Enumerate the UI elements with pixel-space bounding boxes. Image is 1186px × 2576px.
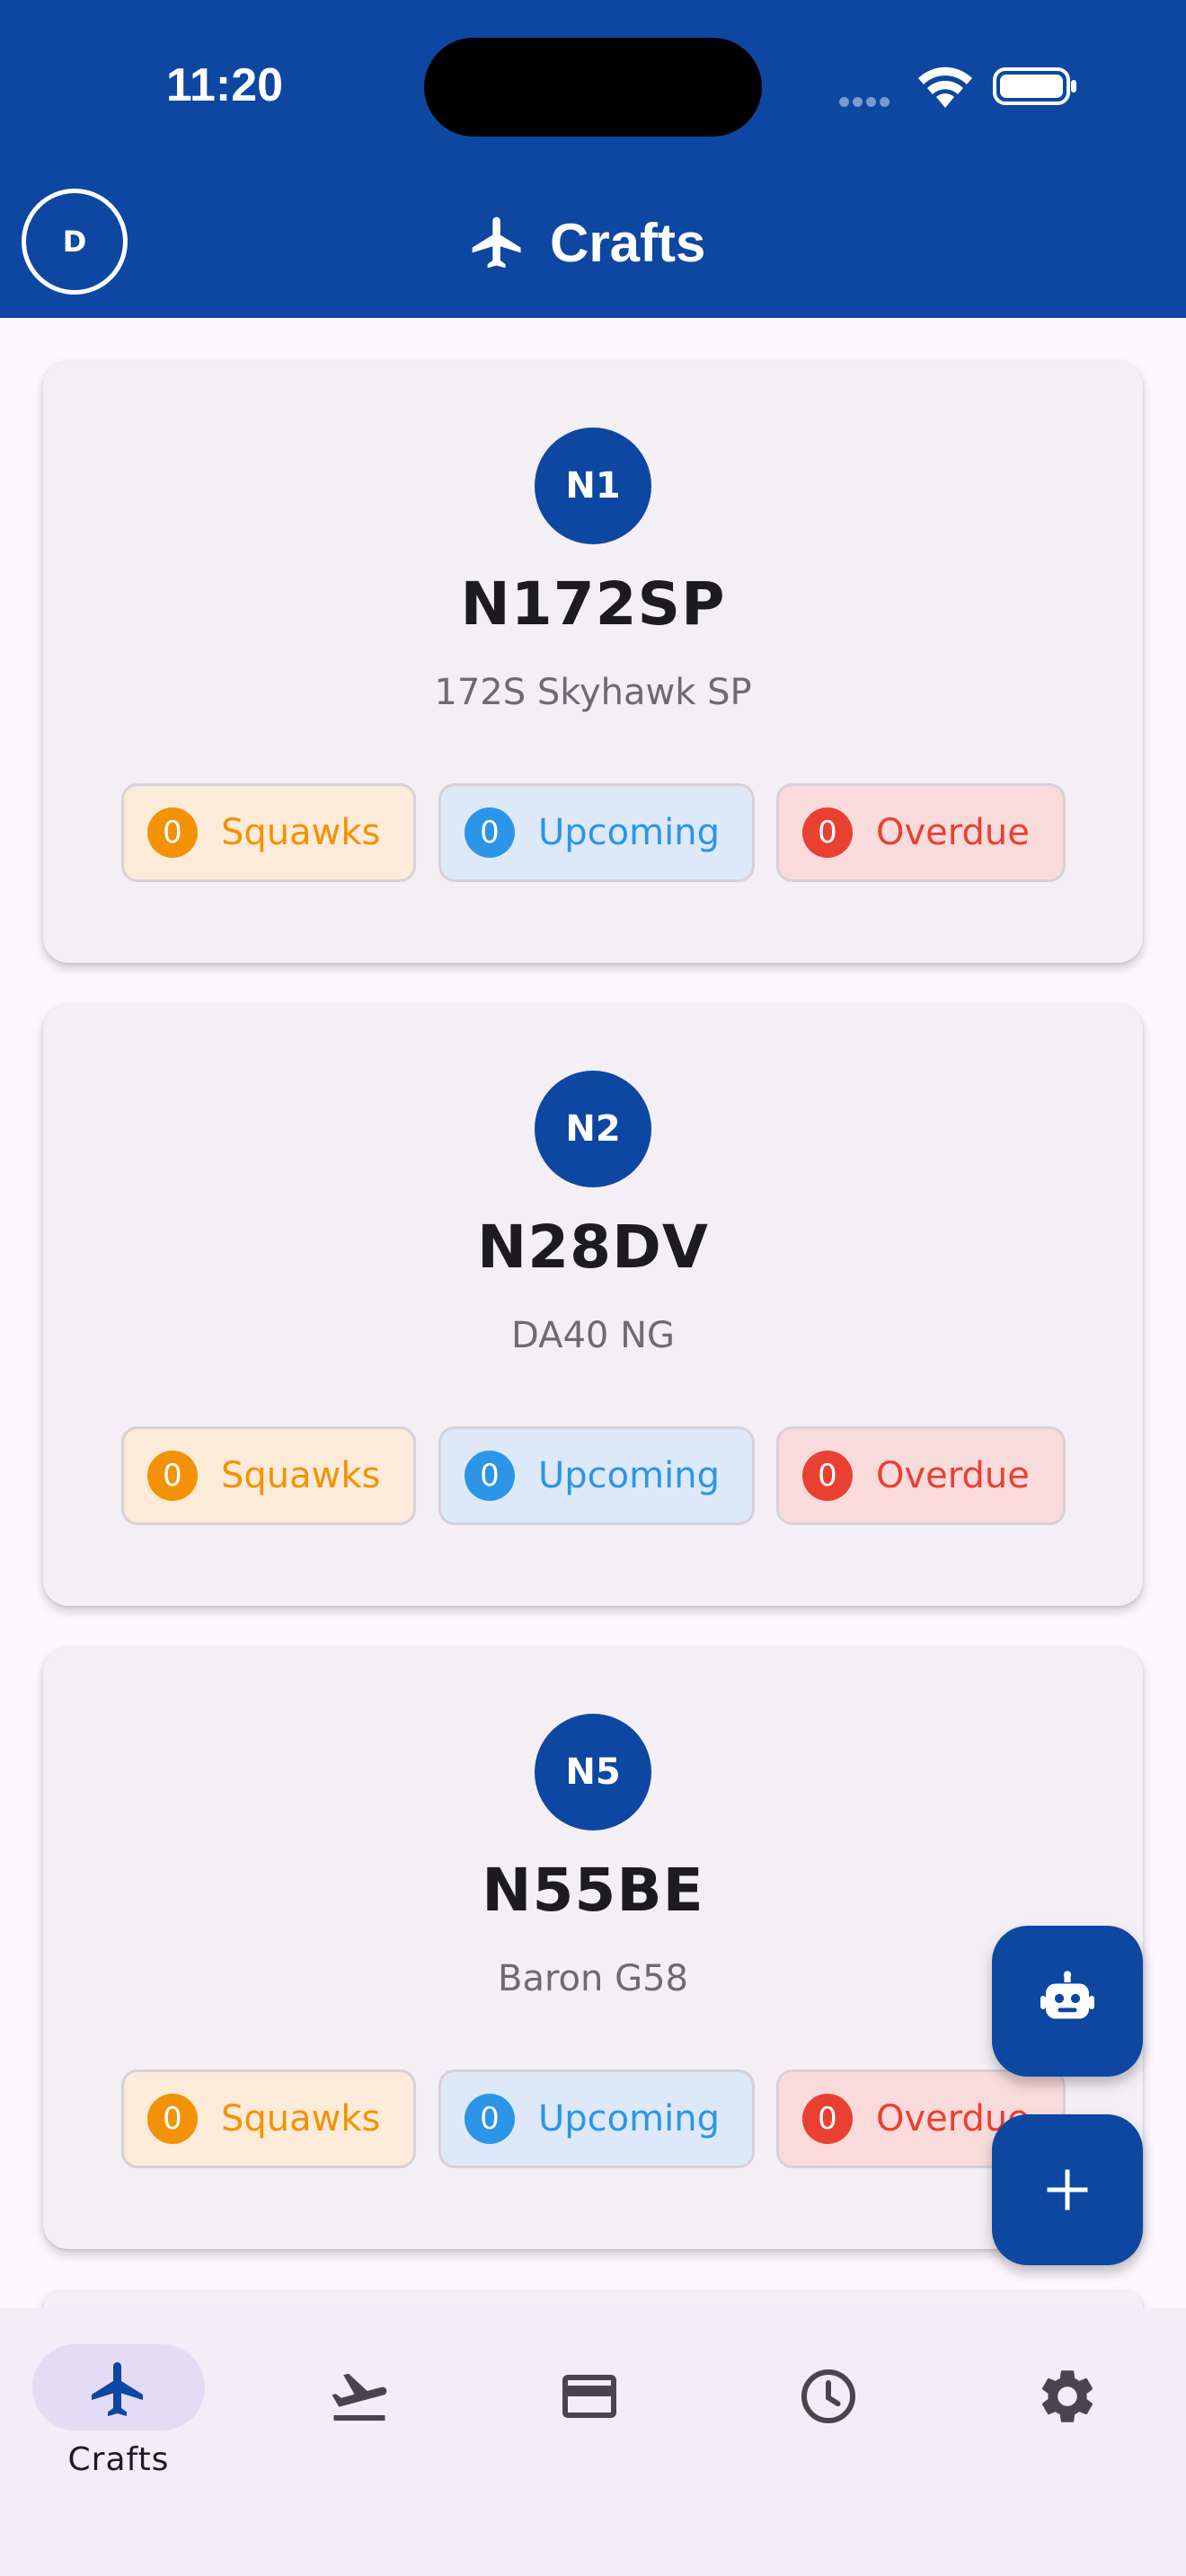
add-aircraft-fab[interactable] — [992, 2114, 1143, 2265]
aircraft-registration: N28DV — [477, 1213, 709, 1282]
squawks-label: Squawks — [221, 812, 381, 853]
squawks-label: Squawks — [221, 2098, 381, 2139]
cellular-signal-icon — [839, 93, 902, 107]
upcoming-count: 0 — [465, 2094, 515, 2144]
screen: 11:20 D Crafts N1 N172SP 172S Skyhawk SP… — [0, 0, 1186, 2576]
overdue-count: 0 — [802, 1451, 853, 1501]
gear-icon — [1041, 2370, 1093, 2422]
page-title-group: Crafts — [467, 205, 705, 280]
upcoming-label: Upcoming — [538, 2098, 720, 2139]
upcoming-label: Upcoming — [538, 812, 720, 853]
wifi-icon — [918, 66, 972, 108]
squawks-chip[interactable]: 0 Squawks — [121, 1426, 416, 1525]
overdue-label: Overdue — [876, 1455, 1030, 1496]
profile-avatar[interactable]: D — [22, 189, 128, 295]
aircraft-model: DA40 NG — [511, 1315, 675, 1356]
nav-item-settings[interactable] — [1008, 2326, 1186, 2488]
upcoming-count: 0 — [465, 1451, 515, 1501]
aircraft-registration: N55BE — [482, 1856, 704, 1925]
battery-icon — [993, 67, 1076, 105]
airplane-icon — [472, 216, 521, 269]
aircraft-model: Baron G58 — [498, 1958, 688, 1999]
nav-item-history[interactable] — [771, 2326, 951, 2488]
status-time: 11:20 — [165, 59, 284, 111]
assistant-fab[interactable] — [992, 1926, 1143, 2077]
aircraft-card[interactable]: N2 N28DV DA40 NG 0 Squawks 0 Upcoming 0 … — [43, 1004, 1143, 1606]
aircraft-card[interactable]: N5 N55BE Baron G58 0 Squawks 0 Upcoming … — [43, 1647, 1143, 2249]
robot-icon — [1040, 1971, 1094, 2019]
dynamic-island — [424, 38, 762, 137]
overdue-count: 0 — [802, 2094, 853, 2144]
aircraft-badge: N5 — [535, 1714, 651, 1831]
nav-item-flights[interactable] — [296, 2326, 476, 2488]
nav-item-billing[interactable] — [534, 2326, 713, 2488]
credit-card-icon — [562, 2375, 616, 2418]
overdue-count: 0 — [802, 807, 853, 858]
upcoming-count: 0 — [465, 807, 515, 858]
aircraft-card[interactable]: N1 N172SP 172S Skyhawk SP 0 Squawks 0 Up… — [43, 361, 1143, 963]
flight-takeoff-icon — [332, 2373, 387, 2421]
squawks-count: 0 — [147, 1451, 198, 1501]
squawks-label: Squawks — [221, 1455, 381, 1496]
aircraft-badge: N1 — [535, 428, 651, 544]
upcoming-chip[interactable]: 0 Upcoming — [438, 1426, 755, 1525]
overdue-label: Overdue — [876, 812, 1030, 853]
upcoming-label: Upcoming — [538, 1455, 720, 1496]
aircraft-badge: N2 — [535, 1071, 651, 1187]
aircraft-model: 172S Skyhawk SP — [434, 672, 752, 713]
nav-item-crafts[interactable]: Crafts — [0, 2326, 237, 2488]
squawks-chip[interactable]: 0 Squawks — [121, 2069, 416, 2168]
clock-icon — [801, 2369, 855, 2423]
page-title: Crafts — [550, 212, 706, 273]
airplane-icon — [92, 2362, 143, 2416]
nav-label-crafts: Crafts — [67, 2441, 170, 2478]
squawks-count: 0 — [147, 807, 198, 858]
plus-icon — [1047, 2169, 1088, 2210]
overdue-chip[interactable]: 0 Overdue — [776, 783, 1066, 882]
aircraft-registration: N172SP — [460, 569, 726, 639]
bottom-navigation: Crafts — [0, 2308, 1186, 2576]
upcoming-chip[interactable]: 0 Upcoming — [438, 783, 755, 882]
squawks-count: 0 — [147, 2094, 198, 2144]
app-bar: 11:20 D Crafts — [0, 0, 1186, 318]
upcoming-chip[interactable]: 0 Upcoming — [438, 2069, 755, 2168]
squawks-chip[interactable]: 0 Squawks — [121, 783, 416, 882]
overdue-chip[interactable]: 0 Overdue — [776, 1426, 1066, 1525]
